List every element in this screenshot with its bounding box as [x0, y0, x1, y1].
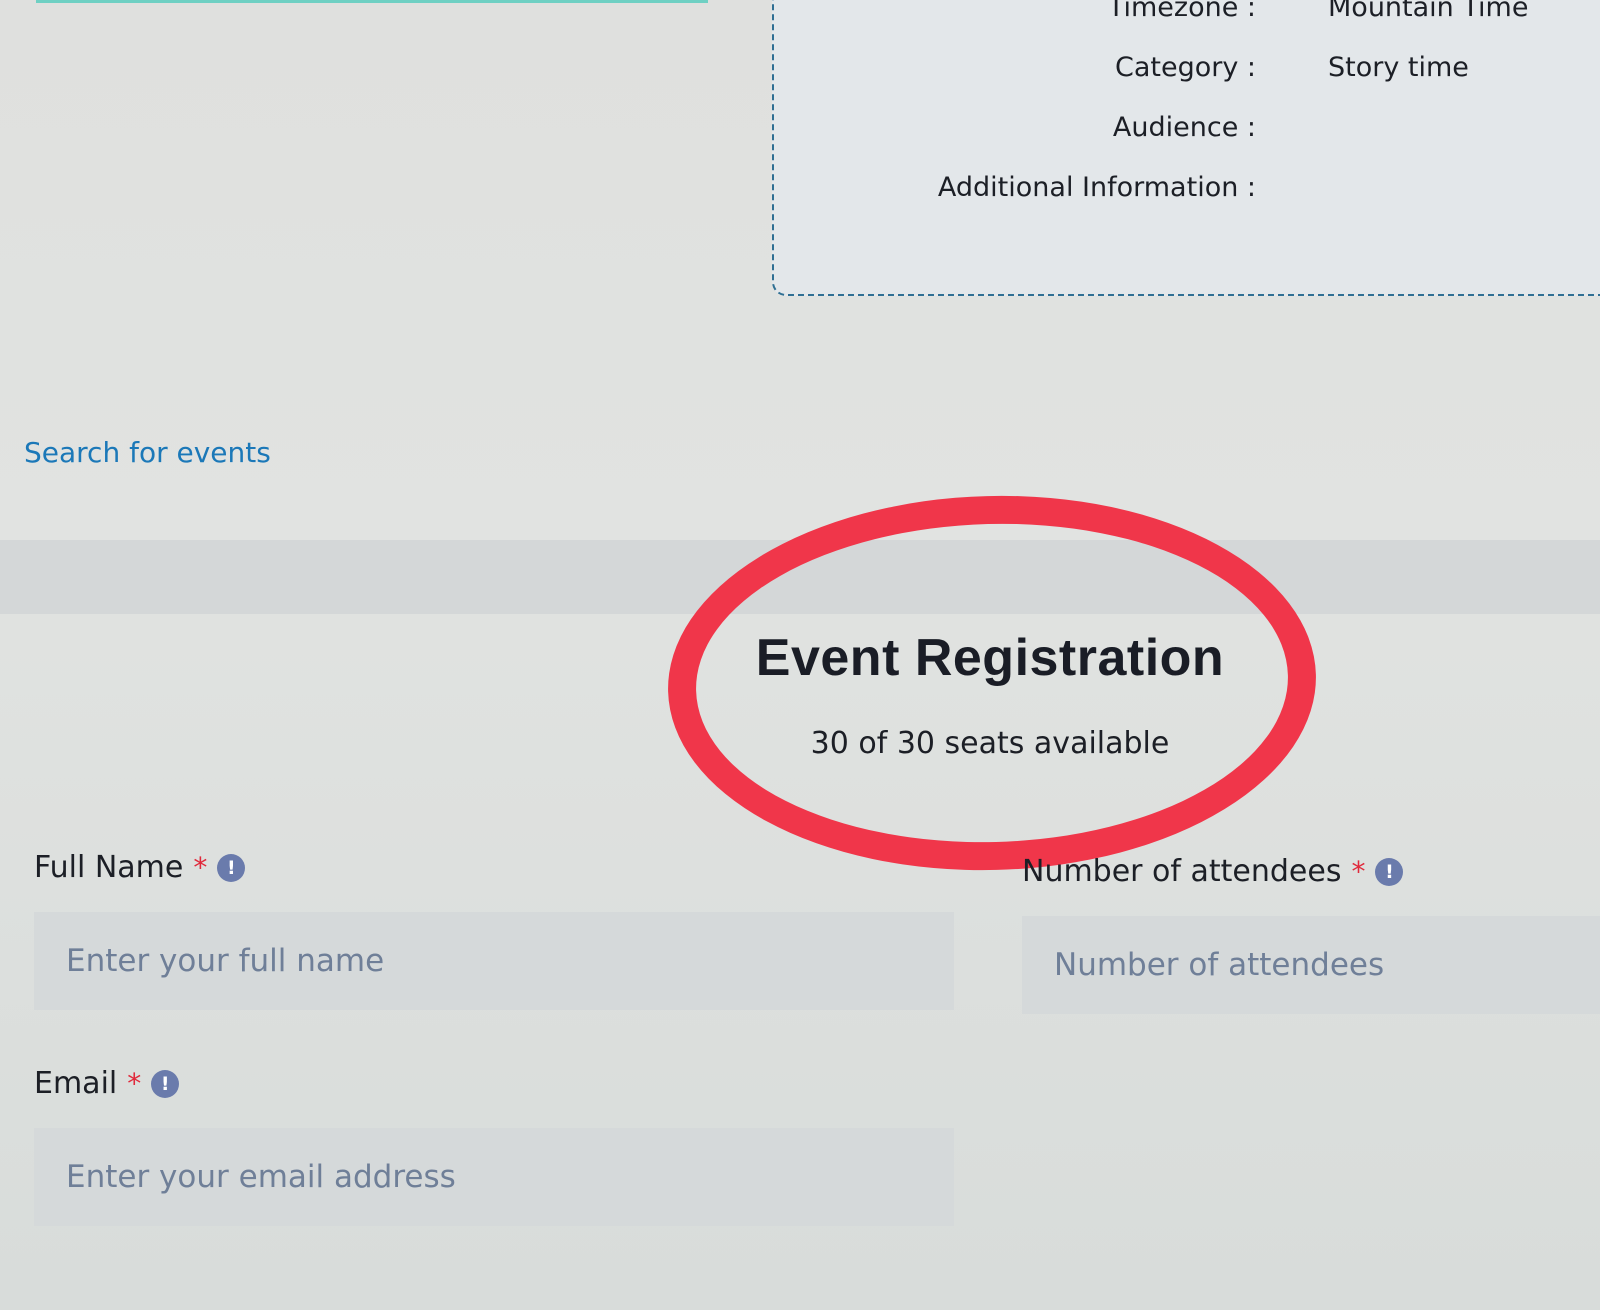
required-asterisk: *	[1351, 855, 1366, 888]
attendees-label: Number of attendees	[1022, 854, 1342, 889]
email-input[interactable]	[34, 1128, 954, 1226]
top-accent-bar	[36, 0, 708, 3]
full-name-label-group: Full Name * !	[34, 850, 246, 885]
detail-label-audience: Audience :	[1112, 112, 1256, 143]
info-icon[interactable]: !	[217, 853, 246, 882]
detail-label-timezone: Timezone :	[1107, 0, 1256, 23]
detail-label-category: Category :	[1114, 52, 1256, 83]
event-details-box	[772, 0, 1600, 296]
email-label: Email	[34, 1066, 118, 1101]
attendees-label-group: Number of attendees * !	[1022, 854, 1404, 889]
full-name-label: Full Name	[34, 850, 184, 885]
search-for-events-link[interactable]: Search for events	[24, 436, 271, 469]
info-icon[interactable]: !	[151, 1069, 180, 1098]
info-icon[interactable]: !	[1375, 857, 1404, 886]
detail-label-additional-information: Additional Information :	[937, 172, 1256, 203]
full-name-input[interactable]	[34, 912, 954, 1010]
required-asterisk: *	[127, 1067, 142, 1100]
required-asterisk: *	[193, 851, 208, 884]
email-label-group: Email * !	[34, 1066, 180, 1101]
attendees-input[interactable]	[1022, 916, 1600, 1014]
detail-value-timezone: Mountain Time	[1328, 0, 1529, 23]
detail-value-category: Story time	[1328, 52, 1469, 83]
